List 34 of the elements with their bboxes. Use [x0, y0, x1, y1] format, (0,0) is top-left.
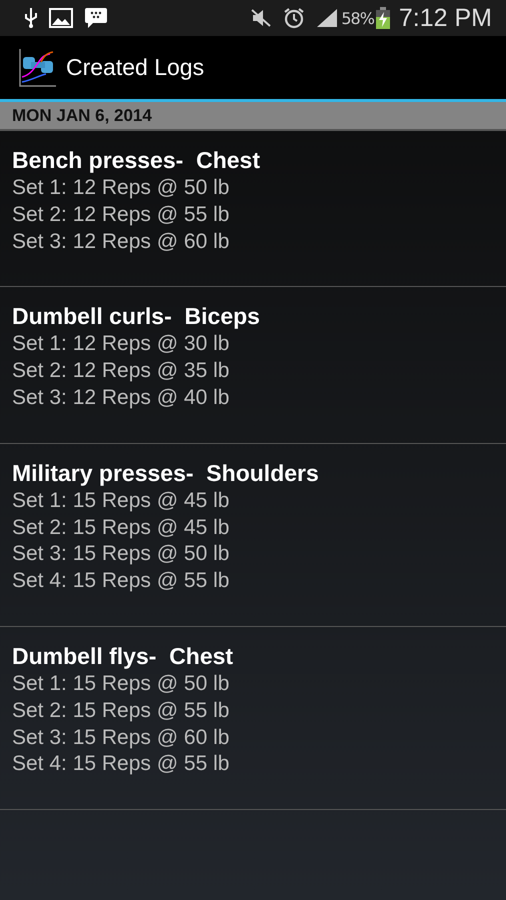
- set-line: Set 1: 12 Reps @ 50 lb: [12, 175, 230, 201]
- set-line: Set 3: 15 Reps @ 50 lb: [12, 541, 230, 568]
- set-line: Set 1: 15 Reps @ 45 lb: [12, 488, 230, 514]
- signal-icon: [316, 8, 338, 28]
- set-line: Set 1: 15 Reps @ 50 lb: [12, 670, 230, 697]
- log-entry[interactable]: Military presses- Shoulders Set 1: 15 Reps @ 45 lb Set 2: 15 Reps @ 45 lb Set 3: 15 Reps @ 50 lb Set 4: 15 Reps @ 55 lb: [0, 444, 506, 627]
- clock-time: 7:12 PM: [398, 4, 492, 32]
- set-line: Set 4: 15 Reps @ 55 lb: [12, 751, 230, 778]
- set-line: Set 3: 12 Reps @ 60 lb: [12, 228, 230, 255]
- log-entry[interactable]: Dumbell curls- Biceps Set 1: 12 Reps @ 30 lb Set 2: 12 Reps @ 35 lb Set 3: 12 Reps @ 40 lb: [0, 287, 506, 444]
- exercise-title: Bench presses- Chest: [12, 146, 261, 175]
- log-entry[interactable]: Dumbell flys- Chest Set 1: 15 Reps @ 50 lb Set 2: 15 Reps @ 55 lb Set 3: 15 Reps @ 60 lb Set 4: 15 Reps @ 55 lb: [0, 626, 506, 810]
- alarm-clock-icon: [283, 7, 306, 29]
- set-line: Set 2: 15 Reps @ 45 lb: [12, 514, 230, 541]
- battery-charging-icon: [376, 7, 390, 29]
- set-line: Set 1: 12 Reps @ 30 lb: [12, 331, 230, 358]
- exercise-title: Military presses- Shoulders: [12, 458, 320, 488]
- set-line: Set 3: 12 Reps @ 40 lb: [12, 384, 230, 411]
- usb-icon: [24, 7, 38, 29]
- set-line: Set 2: 15 Reps @ 55 lb: [12, 698, 230, 724]
- set-line: Set 4: 15 Reps @ 55 lb: [12, 568, 230, 594]
- battery-percent: 58%: [341, 8, 374, 28]
- chat-bubble-icon: [84, 7, 108, 29]
- image-icon: [49, 8, 73, 28]
- exercise-title: Dumbell curls- Biceps: [12, 302, 261, 332]
- date-header: MON JAN 6, 2014: [0, 102, 506, 131]
- set-line: Set 3: 15 Reps @ 60 lb: [12, 724, 230, 751]
- app-logo-icon: [17, 46, 59, 88]
- mute-icon: [250, 8, 272, 28]
- exercise-title: Dumbell flys- Chest: [12, 642, 234, 671]
- log-entry[interactable]: Bench presses- Chest Set 1: 12 Reps @ 50 lb Set 2: 12 Reps @ 55 lb Set 3: 12 Reps @ 60 lb: [0, 131, 506, 288]
- screen-title: Created Logs: [66, 54, 204, 81]
- set-line: Set 2: 12 Reps @ 35 lb: [12, 358, 230, 384]
- set-line: Set 2: 12 Reps @ 55 lb: [12, 202, 230, 228]
